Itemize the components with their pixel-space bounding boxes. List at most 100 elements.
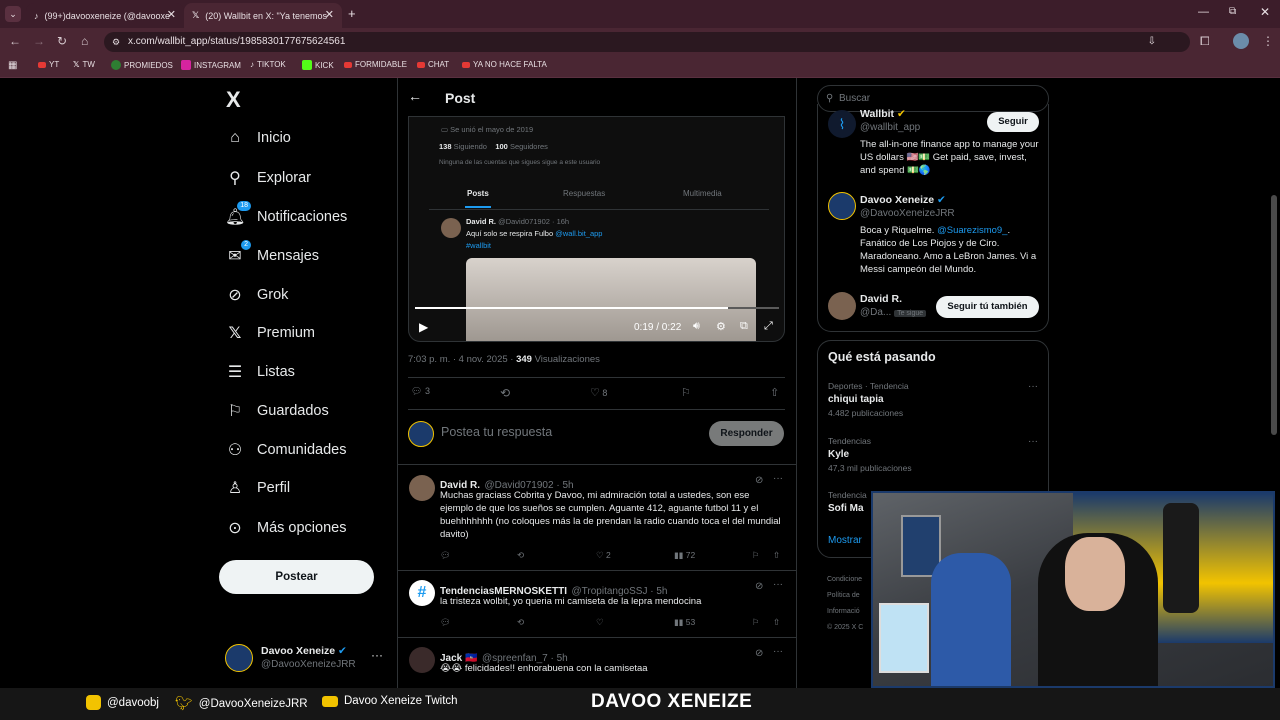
avatar xyxy=(441,218,461,238)
footer-link[interactable]: Informació xyxy=(827,604,863,620)
close-tab-icon[interactable]: ✕ xyxy=(167,8,176,21)
user-bio: The all-in-one finance app to manage you… xyxy=(860,139,1039,176)
like-action[interactable]: ♡ xyxy=(596,617,604,628)
repost-icon[interactable]: ⟲ xyxy=(517,550,524,561)
bookmark-formidable[interactable]: FORMIDABLE xyxy=(344,60,407,69)
reply-item[interactable]: David R. @David071902 · 5h ⊘ ··· Muchas … xyxy=(397,465,796,571)
close-tab-icon[interactable]: ✕ xyxy=(325,8,334,21)
page-scrollbar[interactable] xyxy=(1271,195,1277,435)
follow-button[interactable]: Seguir xyxy=(987,112,1039,132)
bell-icon: 🔔︎ 18 xyxy=(225,201,251,227)
post-button[interactable]: Postear xyxy=(219,560,374,594)
back-arrow-icon[interactable]: ← xyxy=(408,88,422,104)
grok-icon[interactable]: ⊘ xyxy=(755,475,763,486)
x-logo[interactable]: X xyxy=(226,87,241,113)
tab-davooxeneize[interactable]: ♪ (99+)davooxeneize (@davooxe ✕ xyxy=(26,3,184,28)
settings-icon[interactable]: ⚙ xyxy=(716,320,726,333)
share-icon[interactable]: ⇧ xyxy=(773,617,780,628)
reply-item[interactable]: Jack 🇭🇹 @spreenfan_7 · 5h ⊘ ··· 😭😭 felic… xyxy=(397,639,796,688)
footer-link[interactable]: Política de xyxy=(827,588,863,604)
like-action[interactable]: ♡ 2 xyxy=(596,550,611,561)
grok-icon[interactable]: ⊘ xyxy=(755,648,763,659)
video-player[interactable]: ▭ Se unió el mayo de 2019 138 Siguiendo … xyxy=(408,116,785,342)
bookmark-tw[interactable]: 𝕏 TW xyxy=(73,60,95,69)
more-icon[interactable]: ··· xyxy=(773,579,783,590)
video-tab-underline xyxy=(465,206,491,208)
reload-icon[interactable]: ↻ xyxy=(57,34,67,48)
bookmark-promiedos[interactable]: PROMIEDOS xyxy=(111,60,173,70)
sidebar-item-perfil[interactable]: ♙ Perfil xyxy=(225,478,290,498)
menu-icon[interactable]: ⋮ xyxy=(1262,34,1274,48)
trend-item[interactable]: Tendencias Kyle 47,3 mil publicaciones ·… xyxy=(828,436,1040,478)
follow-back-button[interactable]: Seguir tú también xyxy=(936,296,1039,318)
views-action[interactable]: ▮▮ 72 xyxy=(674,550,695,561)
back-icon[interactable]: ← xyxy=(9,34,21,48)
footer-link[interactable]: Condicione xyxy=(827,572,863,588)
trend-item[interactable]: Deportes · Tendencia chiqui tapia 4.482 … xyxy=(828,381,1040,423)
grok-icon[interactable]: ⊘ xyxy=(755,581,763,592)
more-icon[interactable]: ··· xyxy=(773,646,783,657)
sidebar-item-mensajes[interactable]: ✉ 2 Mensajes xyxy=(225,240,319,266)
reply-action[interactable]: 💬︎ 3 xyxy=(411,386,430,397)
play-icon[interactable]: ▶ xyxy=(419,320,428,334)
reply-icon[interactable]: 💬︎ xyxy=(440,550,451,561)
sidebar-item-inicio[interactable]: ⌂ Inicio xyxy=(225,129,291,147)
streamer-face xyxy=(1065,537,1125,611)
video-progress-track[interactable] xyxy=(415,307,779,309)
account-switcher[interactable]: Davoo Xeneize ✔ @DavooXeneizeJRR ··· xyxy=(225,642,385,676)
extensions-icon[interactable]: ⧠ xyxy=(1200,34,1210,49)
reply-item[interactable]: # TendenciasMERNOSKETTI @TropitangoSSJ ·… xyxy=(397,572,796,638)
profile-avatar[interactable] xyxy=(1233,33,1249,49)
bookmark-yt[interactable]: YT xyxy=(38,60,59,69)
bookmark-icon[interactable]: ⚐ xyxy=(681,386,691,399)
reply-input[interactable]: Postea tu respuesta xyxy=(441,425,552,439)
grok-icon: ⊘ xyxy=(228,287,242,304)
site-info-icon[interactable]: ⚙ xyxy=(112,32,120,52)
sidebar-item-notificaciones[interactable]: 🔔︎ 18 Notificaciones xyxy=(225,201,347,227)
repost-icon[interactable]: ⟲ xyxy=(517,617,524,628)
sidebar-item-guardados[interactable]: ⚐ Guardados xyxy=(225,401,329,421)
more-icon[interactable]: ··· xyxy=(1028,436,1038,447)
youtube-icon xyxy=(462,61,470,68)
tab-list-button[interactable]: ⌄ xyxy=(5,6,21,22)
bookmark-chat[interactable]: CHAT xyxy=(417,60,449,69)
new-tab-icon[interactable]: + xyxy=(348,6,356,21)
avatar: # xyxy=(409,580,435,606)
apps-icon[interactable]: ▦ xyxy=(8,60,17,71)
share-icon[interactable]: ⇧ xyxy=(770,386,779,399)
fullscreen-icon[interactable]: ⤢ xyxy=(764,320,773,333)
bookmark-ya-no-hace-falta[interactable]: YA NO HACE FALTA xyxy=(462,60,547,69)
close-window-icon[interactable]: ✕ xyxy=(1260,5,1270,19)
reply-icon[interactable]: 💬︎ xyxy=(440,617,451,628)
sidebar-item-premium[interactable]: 𝕏 Premium xyxy=(225,323,315,343)
forward-icon[interactable]: → xyxy=(33,34,45,48)
restore-icon[interactable]: ⧉ xyxy=(1229,6,1236,17)
home-page-icon[interactable]: ⌂ xyxy=(81,34,88,48)
repost-icon[interactable]: ⟲ xyxy=(500,386,510,400)
url-input[interactable]: ⚙ x.com/wallbit_app/status/1985830177675… xyxy=(104,32,1190,52)
bookmark-icon[interactable]: ⚐ xyxy=(752,617,760,628)
install-icon[interactable]: ⇩ xyxy=(1148,32,1156,52)
sidebar-item-grok[interactable]: ⊘ Grok xyxy=(225,285,288,305)
sidebar-item-listas[interactable]: ☰ Listas xyxy=(225,362,295,382)
views-action[interactable]: ▮▮ 53 xyxy=(674,617,695,628)
bookmark-instagram[interactable]: INSTAGRAM xyxy=(181,60,241,70)
sidebar-item-explorar[interactable]: ⚲ Explorar xyxy=(225,168,311,188)
sidebar-item-comunidades[interactable]: ⚇ Comunidades xyxy=(225,440,347,460)
more-icon[interactable]: ··· xyxy=(1028,381,1038,392)
show-more-link[interactable]: Mostrar xyxy=(828,535,862,546)
minimize-icon[interactable]: — xyxy=(1198,6,1209,18)
more-icon[interactable]: ··· xyxy=(773,473,783,484)
share-icon[interactable]: ⇧ xyxy=(773,550,780,561)
sidebar-item-mas-opciones[interactable]: ⊙ Más opciones xyxy=(225,518,346,538)
bookmark-kick[interactable]: KICK xyxy=(302,60,334,70)
tab-wallbit[interactable]: 𝕏 (20) Wallbit en X: "Ya tenemos ✕ xyxy=(184,3,342,28)
volume-icon[interactable]: 🔊︎ xyxy=(693,320,700,333)
heart-icon: ♡ xyxy=(590,387,600,399)
bookmark-tiktok[interactable]: ♪ TIKTOK xyxy=(250,60,286,69)
bookmark-icon[interactable]: ⚐ xyxy=(752,550,760,561)
like-action[interactable]: ♡ 8 xyxy=(590,386,607,399)
more-icon[interactable]: ··· xyxy=(371,648,383,662)
reply-button[interactable]: Responder xyxy=(709,421,784,446)
pip-icon[interactable]: ⧉ xyxy=(740,320,748,333)
